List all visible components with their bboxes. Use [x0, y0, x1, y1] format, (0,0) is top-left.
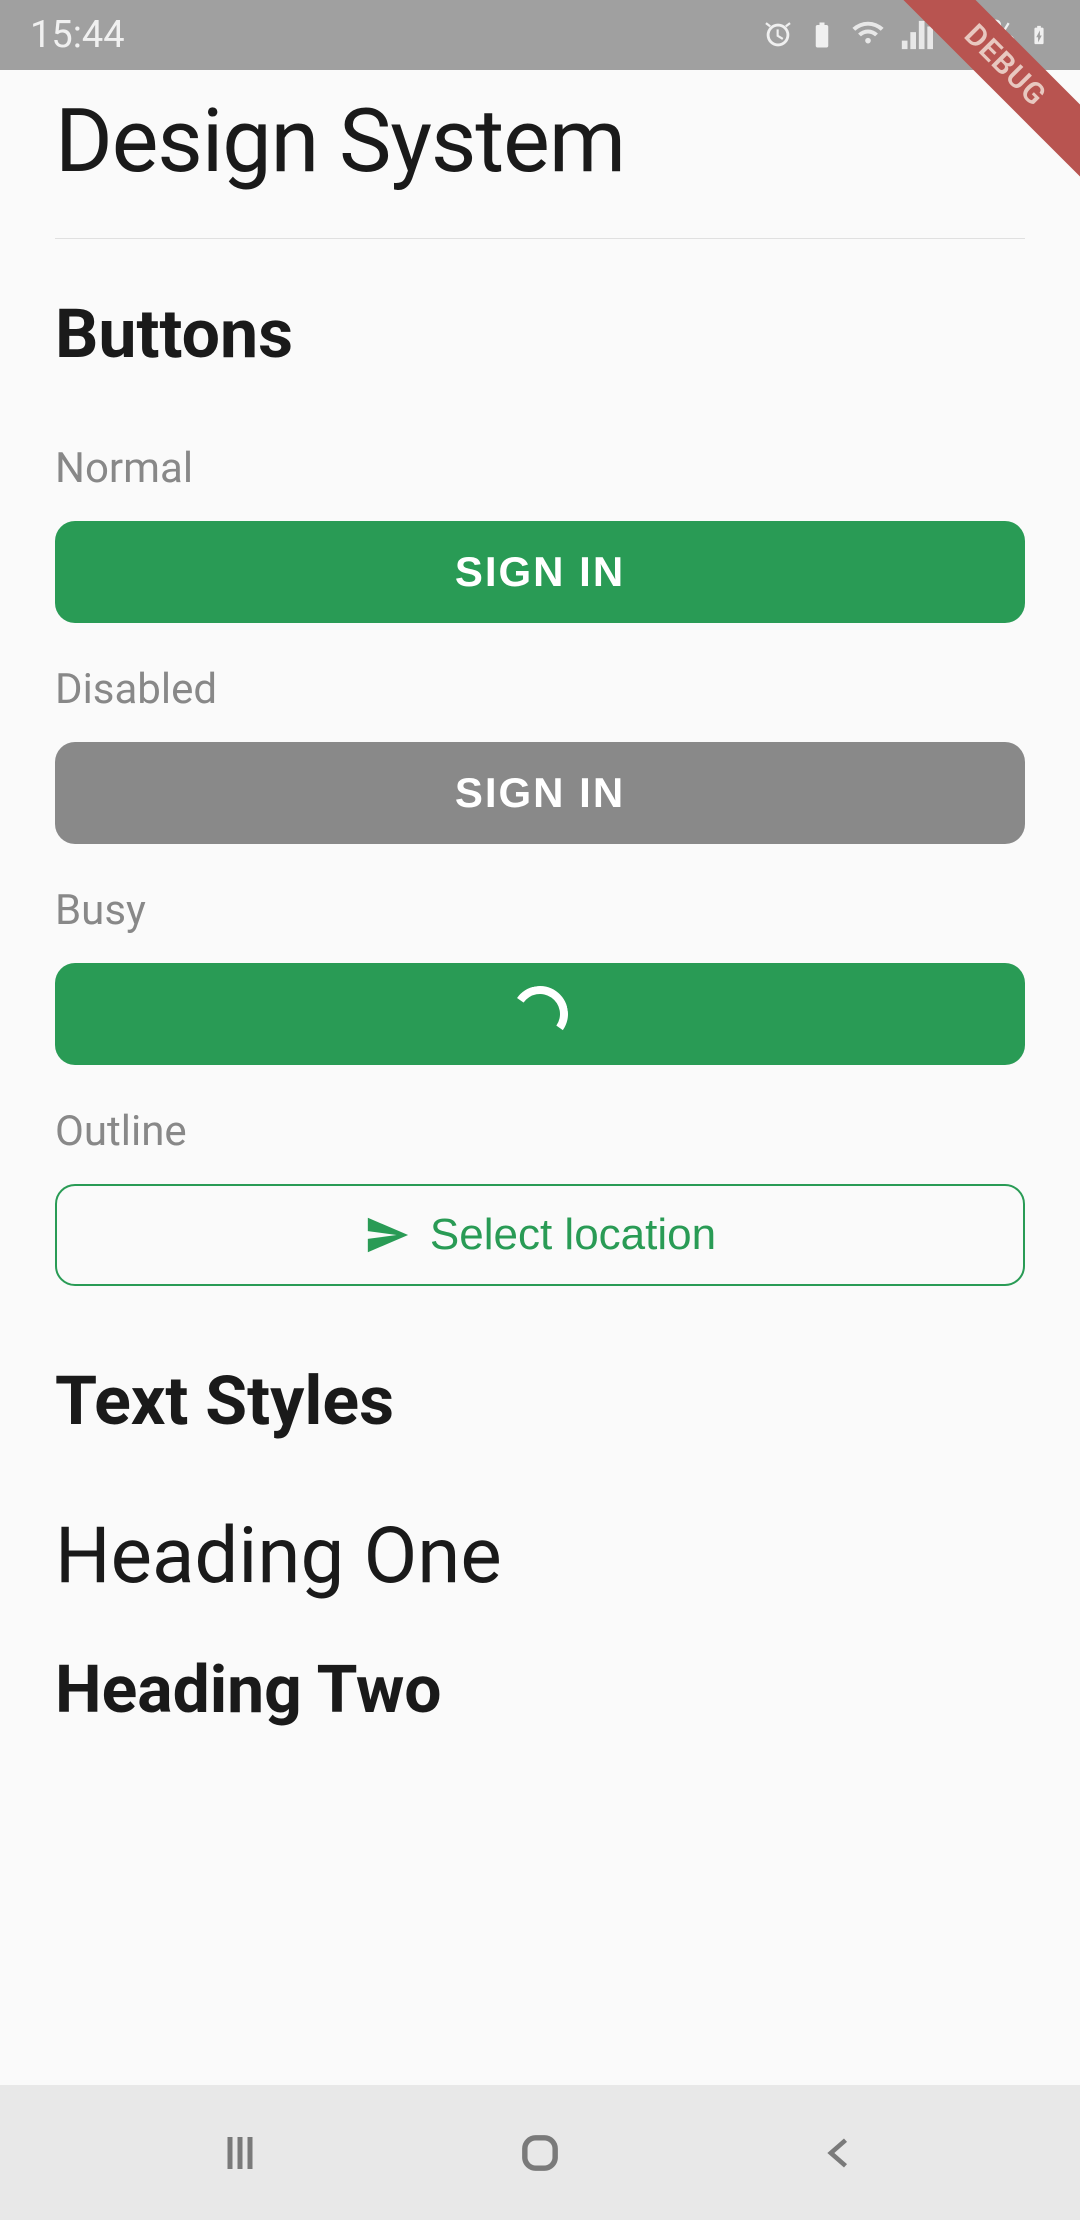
- text-styles-section-title: Text Styles: [55, 1361, 1025, 1441]
- status-indicators: 86%: [761, 13, 1050, 57]
- divider: [55, 238, 1025, 239]
- loading-spinner-icon: [508, 982, 573, 1047]
- navigation-bar: [0, 2085, 1080, 2220]
- recent-apps-button[interactable]: [210, 2123, 270, 2183]
- sign-in-button[interactable]: SIGN IN: [55, 521, 1025, 623]
- battery-percentage: 86%: [945, 13, 1016, 57]
- text-styles-section: Text Styles Heading One Heading Two: [55, 1361, 1025, 1729]
- home-button[interactable]: [510, 2123, 570, 2183]
- battery-saver-icon: [807, 18, 837, 52]
- status-time: 15:44: [30, 13, 125, 57]
- buttons-section-title: Buttons: [55, 294, 1025, 374]
- disabled-label: Disabled: [55, 665, 1025, 714]
- wifi-icon: [849, 18, 887, 52]
- page-title: Design System: [55, 90, 1025, 193]
- select-location-button-label: Select location: [430, 1210, 716, 1260]
- sign-in-button-label: SIGN IN: [455, 548, 625, 596]
- sign-in-button-busy: [55, 963, 1025, 1065]
- back-button[interactable]: [810, 2123, 870, 2183]
- main-content: Design System Buttons Normal SIGN IN Dis…: [0, 70, 1080, 1729]
- battery-charging-icon: [1028, 18, 1050, 52]
- send-icon: [364, 1212, 410, 1258]
- busy-label: Busy: [55, 886, 1025, 935]
- sign-in-button-disabled: SIGN IN: [55, 742, 1025, 844]
- select-location-button[interactable]: Select location: [55, 1184, 1025, 1286]
- heading-two-example: Heading Two: [55, 1652, 1025, 1729]
- alarm-icon: [761, 18, 795, 52]
- sign-in-button-disabled-label: SIGN IN: [455, 769, 625, 817]
- heading-one-example: Heading One: [55, 1511, 1025, 1602]
- signal-icon: [899, 18, 933, 52]
- status-bar: 15:44 86%: [0, 0, 1080, 70]
- outline-label: Outline: [55, 1107, 1025, 1156]
- normal-label: Normal: [55, 444, 1025, 493]
